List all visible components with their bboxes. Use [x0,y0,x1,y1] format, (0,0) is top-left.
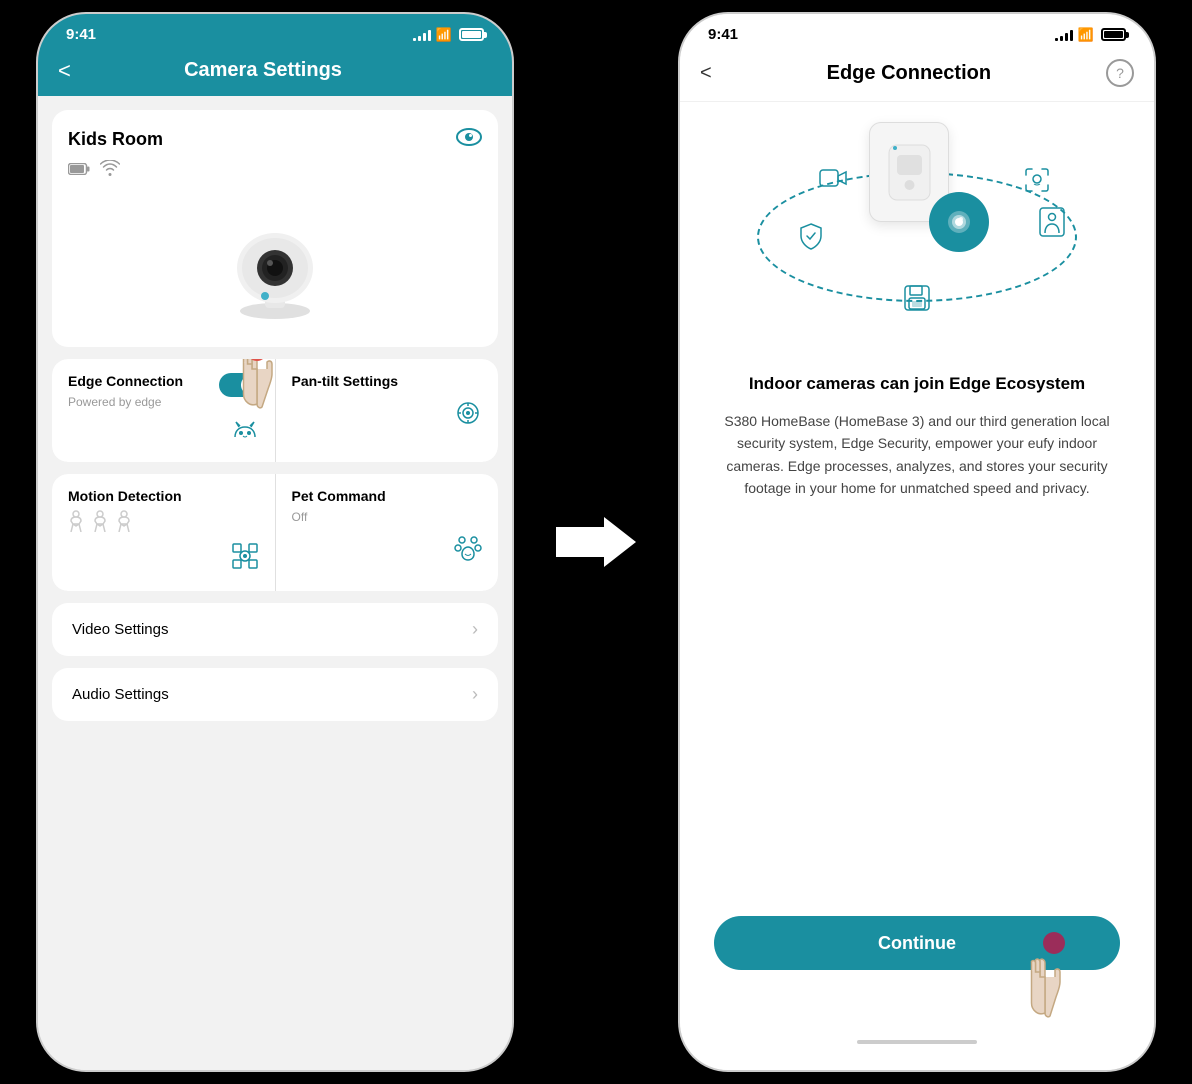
person-icon-3 [116,510,132,532]
home-indicator [857,1040,977,1044]
back-button-left[interactable]: < [58,58,71,84]
settings-grid-top: Edge Connection Powered by edge [52,359,498,462]
arrow-container [546,517,646,567]
person-icon-2 [92,510,108,532]
continue-section: Continue [704,916,1130,970]
finger-hand-icon [230,359,285,414]
back-button-right[interactable]: < [700,62,712,85]
left-phone: 9:41 📶 < Camera Settings Kids Room [36,12,514,1072]
battery-icon [459,28,484,41]
edge-info-section: Indoor cameras can join Edge Ecosystem S… [704,372,1130,529]
page-title-left: Camera Settings [184,59,342,82]
status-icons-left: 📶 [413,27,484,43]
shield-icon [799,222,823,256]
audio-settings-label: Audio Settings [72,686,169,703]
motion-detection-title: Motion Detection [68,488,259,504]
edge-connection-header: < Edge Connection ? [680,49,1154,102]
pet-icon [454,534,482,569]
camera-settings-content: Kids Room [38,96,512,1070]
status-bar-left: 9:41 📶 [38,14,512,49]
right-phone: 9:41 📶 < Edge Connection ? [678,12,1156,1072]
pan-tilt-icon [454,399,482,434]
camera-name: Kids Room [68,129,163,150]
camera-image [68,191,482,331]
video-settings-item[interactable]: Video Settings › [52,603,498,656]
pan-tilt-cell[interactable]: Pan-tilt Settings [276,359,499,462]
camera-svg [210,196,340,326]
motion-icons-row [68,510,259,532]
motion-tracking-icon [231,542,259,577]
page-title-right: Edge Connection [827,62,991,85]
signal-icon [413,29,431,41]
pan-tilt-title: Pan-tilt Settings [292,373,483,389]
battery-icon-right [1101,28,1126,41]
save-icon [904,285,930,317]
wifi-icon-right: 📶 [1078,27,1094,43]
edge-info-body: S380 HomeBase (HomeBase 3) and our third… [714,410,1120,500]
status-bar-right: 9:41 📶 [680,14,1154,49]
video-settings-label: Video Settings [72,621,168,638]
edge-connection-content: Indoor cameras can join Edge Ecosystem S… [680,102,1154,1070]
chevron-right-icon-video: › [472,619,478,640]
edge-connection-cell[interactable]: Edge Connection Powered by edge [52,359,275,462]
time-left: 9:41 [66,26,96,43]
ecosystem-illustration [704,112,1130,352]
eye-icon[interactable] [456,126,482,152]
wifi-status-icon [100,160,120,181]
settings-grid-bottom: Motion Detection [52,474,498,591]
wifi-icon: 📶 [436,27,452,43]
help-button[interactable]: ? [1106,59,1134,87]
continue-button-dot [1043,932,1065,954]
status-icons-right: 📶 [1055,27,1126,43]
person-tracking-icon [1039,207,1065,243]
camera-settings-header: < Camera Settings [38,49,512,96]
camera-card-header: Kids Room [68,126,482,152]
battery-status-icon [68,162,90,180]
person-icon-1 [68,510,84,532]
video-cam-icon [819,167,847,195]
camera-orb [929,192,989,252]
pet-command-sub: Off [292,510,483,524]
arrow-right-icon [556,517,636,567]
camera-card: Kids Room [52,110,498,347]
face-scan-icon [1024,167,1050,199]
chevron-right-icon-audio: › [472,684,478,705]
pet-command-title: Pet Command [292,488,483,504]
edge-info-title: Indoor cameras can join Edge Ecosystem [714,372,1120,396]
ai-cat-icon [231,419,259,448]
motion-detection-cell[interactable]: Motion Detection [52,474,275,591]
camera-status-row [68,160,482,181]
time-right: 9:41 [708,26,738,43]
continue-finger-cursor [1015,955,1075,1030]
signal-icon-right [1055,29,1073,41]
pet-command-cell[interactable]: Pet Command Off [276,474,499,591]
continue-button-label: Continue [878,933,956,954]
scene: 9:41 📶 < Camera Settings Kids Room [0,0,1192,1084]
finger-cursor-overlay [230,359,285,419]
audio-settings-item[interactable]: Audio Settings › [52,668,498,721]
